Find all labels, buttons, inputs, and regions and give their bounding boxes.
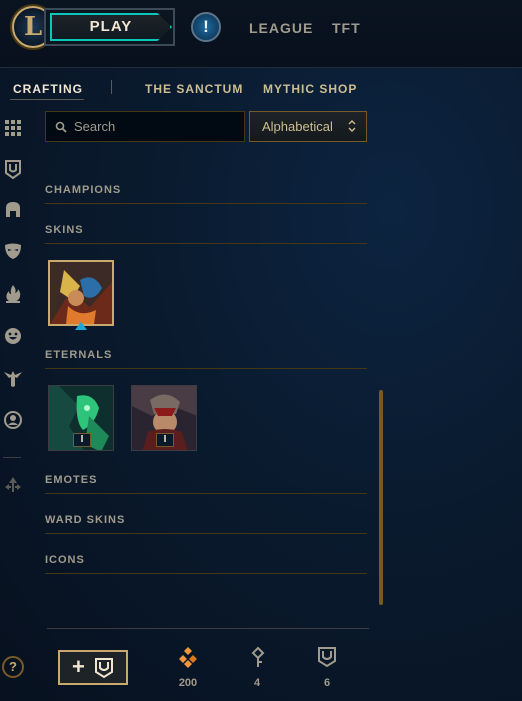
- scrollbar-thumb[interactable]: [379, 390, 383, 605]
- chest-icon: [95, 658, 113, 679]
- plus-icon: +: [72, 654, 85, 679]
- chest-count: 6: [323, 677, 331, 689]
- orange-essence-count: 200: [178, 677, 198, 689]
- all-grid-icon[interactable]: [2, 117, 24, 139]
- eternal-series-badge: I: [73, 433, 91, 447]
- fire-icon[interactable]: [2, 283, 24, 305]
- search-icon: [55, 121, 67, 133]
- play-button-frame: PLAY: [44, 8, 175, 46]
- eternal-tile[interactable]: I: [131, 385, 197, 451]
- search-input[interactable]: [72, 112, 240, 141]
- skin-mask-icon[interactable]: [2, 240, 24, 262]
- section-champions[interactable]: CHAMPIONS: [45, 184, 367, 204]
- active-tab-underline: [10, 99, 84, 100]
- alert-icon[interactable]: !: [191, 12, 221, 42]
- key-fragment-count: 4: [253, 677, 261, 689]
- section-icons[interactable]: ICONS: [45, 554, 367, 574]
- section-skins[interactable]: SKINS: [45, 224, 367, 244]
- section-eternals[interactable]: ETERNALS: [45, 349, 367, 369]
- footer-divider: [47, 628, 369, 629]
- sort-chevron-icon: [348, 120, 356, 132]
- eternal-tile[interactable]: I: [48, 385, 114, 451]
- search-box: [45, 111, 245, 142]
- nav-league[interactable]: LEAGUE: [249, 20, 313, 36]
- tab-divider: [111, 80, 112, 94]
- section-ward-skins[interactable]: WARD SKINS: [45, 514, 367, 534]
- emote-face-icon[interactable]: [2, 325, 24, 347]
- help-button[interactable]: ?: [2, 656, 24, 678]
- tab-crafting[interactable]: CRAFTING: [13, 82, 83, 96]
- tab-mythic-shop[interactable]: MYTHIC SHOP: [263, 82, 357, 96]
- profile-icon[interactable]: [2, 409, 24, 431]
- tab-the-sanctum[interactable]: THE SANCTUM: [145, 82, 243, 96]
- nav-tft[interactable]: TFT: [332, 20, 361, 36]
- sort-value: Alphabetical: [262, 119, 333, 134]
- section-emotes[interactable]: EMOTES: [45, 474, 367, 494]
- key-fragment-icon: [251, 646, 265, 667]
- sidebar-divider: [3, 457, 21, 458]
- sort-dropdown[interactable]: Alphabetical: [249, 111, 367, 142]
- ward-icon[interactable]: [2, 367, 24, 389]
- skin-shard-tile[interactable]: [48, 260, 114, 326]
- arrows-icon[interactable]: [2, 474, 24, 496]
- top-bar: L PLAY ! LEAGUE TFT: [0, 0, 522, 68]
- play-button[interactable]: PLAY: [50, 13, 172, 41]
- orange-essence-icon: [179, 647, 197, 668]
- chest-icon[interactable]: [2, 158, 24, 180]
- skin-shard-art: [50, 262, 112, 324]
- champion-helmet-icon[interactable]: [2, 199, 24, 221]
- eternal-series-badge: I: [156, 433, 174, 447]
- chest-icon: [318, 647, 336, 668]
- add-chest-button[interactable]: +: [58, 650, 128, 685]
- skin-pointer-icon: [75, 322, 87, 330]
